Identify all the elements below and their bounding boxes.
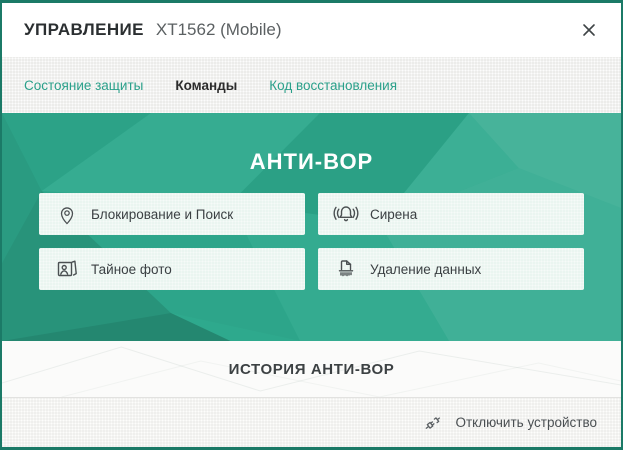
anti-theft-title: АНТИ-ВОР — [2, 113, 621, 175]
command-label: Удаление данных — [370, 262, 481, 277]
command-buttons-grid: Блокирование и Поиск Сирена — [39, 193, 584, 290]
tab-commands[interactable]: Команды — [175, 78, 237, 93]
command-label: Тайное фото — [91, 262, 172, 277]
disconnect-plug-icon — [421, 411, 445, 435]
dialog-title: УПРАВЛЕНИЕ — [24, 20, 144, 40]
close-icon — [581, 22, 597, 38]
dialog-footer: Отключить устройство — [2, 397, 621, 447]
secret-photo-button[interactable]: Тайное фото — [39, 248, 305, 290]
siren-button[interactable]: Сирена — [318, 193, 584, 235]
command-label: Сирена — [370, 207, 417, 222]
dialog-header: УПРАВЛЕНИЕ XT1562 (Mobile) — [2, 3, 621, 57]
secret-photo-icon — [52, 257, 82, 281]
anti-theft-management-dialog: УПРАВЛЕНИЕ XT1562 (Mobile) Состояние защ… — [0, 0, 623, 450]
device-name: XT1562 (Mobile) — [156, 20, 282, 40]
siren-icon — [331, 203, 361, 225]
history-title: ИСТОРИЯ АНТИ-ВОР — [229, 361, 395, 378]
anti-theft-panel: АНТИ-ВОР Блокирование и Поиск — [2, 113, 621, 341]
data-wipe-button[interactable]: Удаление данных — [318, 248, 584, 290]
tab-bar: Состояние защиты Команды Код восстановле… — [2, 57, 621, 113]
disconnect-label: Отключить устройство — [455, 415, 597, 430]
location-pin-icon — [52, 201, 82, 227]
tab-protection-status[interactable]: Состояние защиты — [24, 78, 143, 93]
anti-theft-history-section[interactable]: ИСТОРИЯ АНТИ-ВОР — [2, 341, 621, 397]
tab-recovery-code[interactable]: Код восстановления — [269, 78, 397, 93]
disconnect-device-button[interactable]: Отключить устройство — [421, 411, 597, 435]
command-label: Блокирование и Поиск — [91, 207, 233, 222]
lock-and-locate-button[interactable]: Блокирование и Поиск — [39, 193, 305, 235]
data-wipe-icon — [331, 257, 361, 281]
close-button[interactable] — [575, 16, 603, 44]
